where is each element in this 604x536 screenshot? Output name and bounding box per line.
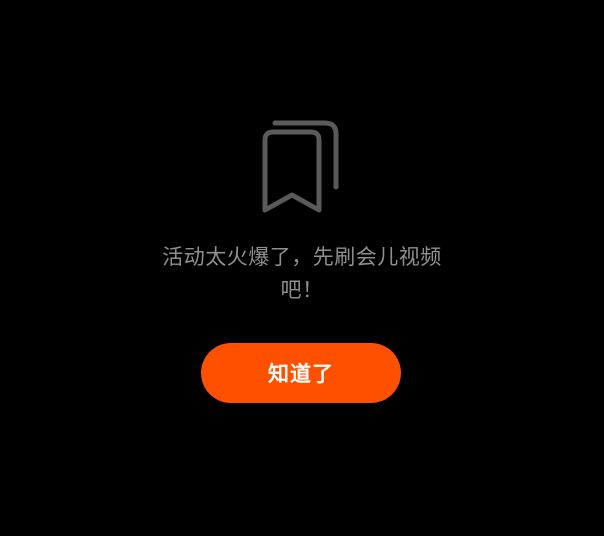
- bookmarks-icon: [259, 115, 341, 215]
- busy-dialog: 活动太火爆了，先刷会儿视频吧！ 知道了: [0, 0, 604, 536]
- got-it-button[interactable]: 知道了: [201, 343, 401, 403]
- busy-message: 活动太火爆了，先刷会儿视频吧！: [162, 245, 442, 302]
